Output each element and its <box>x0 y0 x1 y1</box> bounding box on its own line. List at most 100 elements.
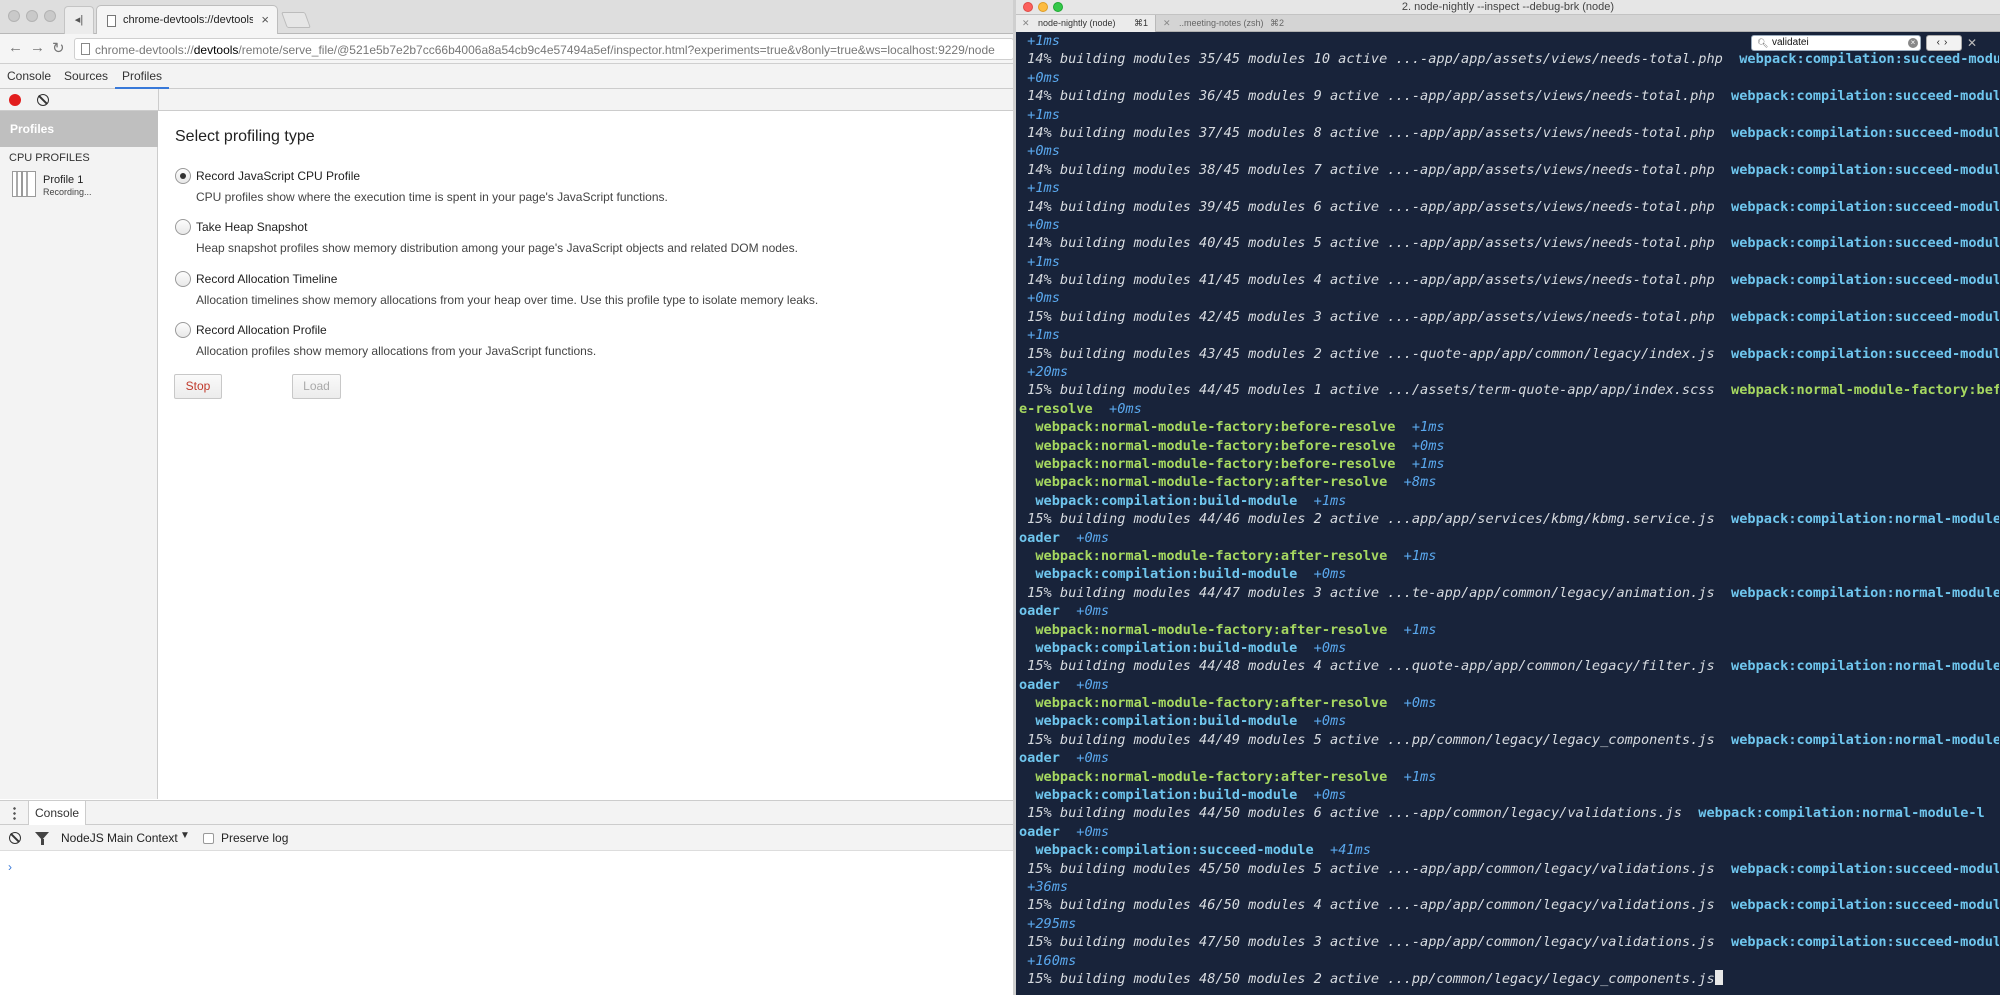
context-selector[interactable]: NodeJS Main Context <box>61 831 178 845</box>
devtools-panel-tabs: Console Sources Profiles <box>0 64 1016 89</box>
clear-search-icon[interactable]: × <box>1908 38 1918 48</box>
terminal-line: oader +0ms <box>1019 529 1999 547</box>
terminal-line: +295ms <box>1019 915 1999 933</box>
close-icon[interactable]: ✕ <box>1163 15 1171 32</box>
terminal-text-segment: +0ms <box>1387 695 1437 712</box>
preserve-log-checkbox[interactable] <box>203 833 214 844</box>
terminal-text-segment: +0ms <box>1019 143 1060 160</box>
load-button[interactable]: Load <box>292 374 341 399</box>
terminal-line: webpack:compilation:build-module +0ms <box>1019 712 1999 730</box>
close-find-icon[interactable]: ✕ <box>1967 36 1977 50</box>
dropdown-caret-icon[interactable]: ▼ <box>180 830 190 841</box>
sidebar-item-profile-1[interactable]: Profile 1 <box>43 174 83 186</box>
terminal-text-segment: webpack:compilation:succeed-module <box>1731 235 1999 252</box>
record-icon[interactable] <box>9 94 21 106</box>
new-tab-button[interactable] <box>281 12 311 28</box>
clear-all-profiles-icon[interactable] <box>37 94 49 106</box>
terminal-text-segment: 14% building modules 40/45 modules 5 act… <box>1019 235 1732 252</box>
terminal-line: webpack:normal-module-factory:after-reso… <box>1019 473 1999 491</box>
terminal-tab-name: ..meeting-notes (zsh) <box>1179 18 1264 28</box>
profile-status: Recording... <box>43 187 92 197</box>
terminal-text-segment: webpack:normal-module-factory:after-reso… <box>1019 695 1388 712</box>
terminal-line: 14% building modules 37/45 modules 8 act… <box>1019 124 1999 142</box>
console-prompt[interactable]: › <box>8 860 12 874</box>
drawer-tab-strip: Console <box>0 801 1016 825</box>
url-path: /remote/serve_file/@521e5b7e2b7cc66b4006… <box>238 43 995 57</box>
search-query: validatei <box>1772 37 1809 48</box>
terminal-search-input[interactable]: 🔍︎ validatei × <box>1751 35 1921 51</box>
terminal-text-segment: 14% building modules 37/45 modules 8 act… <box>1019 124 1732 141</box>
close-tab-icon[interactable]: × <box>261 12 269 27</box>
allocation-timeline-radio[interactable] <box>175 271 191 287</box>
terminal-text-segment: +1ms <box>1387 547 1437 564</box>
option-label[interactable]: Take Heap Snapshot <box>196 220 307 234</box>
audio-tab-icon[interactable]: ◂| <box>64 6 94 34</box>
tab-profiles[interactable]: Profiles <box>115 64 170 89</box>
terminal-line: 14% building modules 35/45 modules 10 ac… <box>1019 50 1999 68</box>
search-prev-next-buttons[interactable]: ‹› <box>1926 35 1962 51</box>
preserve-log-label[interactable]: Preserve log <box>221 831 288 845</box>
cpu-profile-radio[interactable] <box>175 168 191 184</box>
terminal-text-segment: webpack:compilation:build-module <box>1019 713 1298 730</box>
terminal-line: +0ms <box>1019 216 1999 234</box>
terminal-line: 15% building modules 44/45 modules 1 act… <box>1019 381 1999 399</box>
option-label[interactable]: Record Allocation Timeline <box>196 272 337 286</box>
browser-tab-title: chrome-devtools://devtools/re <box>123 14 253 26</box>
terminal-text-segment: 15% building modules 44/45 modules 1 act… <box>1019 382 1732 399</box>
terminal-text-segment: 15% building modules 44/46 modules 2 act… <box>1019 511 1732 528</box>
option-label[interactable]: Record Allocation Profile <box>196 323 327 337</box>
terminal-text-segment: oader <box>1019 823 1060 840</box>
clear-console-icon[interactable] <box>9 832 21 844</box>
close-window-button[interactable] <box>8 10 20 22</box>
terminal-text-segment: webpack:compilation:normal-module-l <box>1731 731 1999 748</box>
option-label[interactable]: Record JavaScript CPU Profile <box>196 169 360 183</box>
filter-icon[interactable] <box>35 832 49 845</box>
terminal-text-segment: +0ms <box>1297 713 1347 730</box>
allocation-profile-radio[interactable] <box>175 322 191 338</box>
sidebar-header-profiles[interactable]: Profiles <box>0 111 158 147</box>
terminal-text-segment: webpack:normal-module-factory:after-reso… <box>1019 547 1388 564</box>
terminal-tab-2[interactable]: ✕ ..meeting-notes (zsh) ⌘2 <box>1157 15 1297 32</box>
terminal-text-segment: +8ms <box>1387 474 1437 491</box>
tab-sources[interactable]: Sources <box>57 64 115 89</box>
terminal-text-segment: +1ms <box>1395 419 1445 436</box>
terminal-text-segment: 14% building modules 41/45 modules 4 act… <box>1019 272 1732 289</box>
minimize-window-button[interactable] <box>26 10 38 22</box>
terminal-text-segment: oader <box>1019 603 1060 620</box>
terminal-text-segment: webpack:compilation:succeed-module <box>1731 860 1999 877</box>
terminal-text-segment: 14% building modules 39/45 modules 6 act… <box>1019 198 1732 215</box>
terminal-text-segment: webpack:normal-module-factory:before-res… <box>1019 437 1396 454</box>
tab-console-drawer[interactable]: Console <box>28 801 87 825</box>
tab-console[interactable]: Console <box>0 64 58 89</box>
terminal-text-segment: webpack:compilation:normal-module-l <box>1731 658 1999 675</box>
terminal-text-segment: webpack:normal-module-factory:before-res… <box>1019 455 1396 472</box>
terminal-line: 14% building modules 40/45 modules 5 act… <box>1019 234 1999 252</box>
forward-icon[interactable]: → <box>30 39 45 56</box>
terminal-text-segment: webpack:compilation:succeed-module <box>1731 897 1999 914</box>
option-description: Allocation profiles show memory allocati… <box>196 344 597 358</box>
terminal-text-segment: webpack:compilation:build-module <box>1019 566 1298 583</box>
terminal-line: +1ms <box>1019 106 1999 124</box>
back-icon[interactable]: ← <box>8 39 23 56</box>
stop-button[interactable]: Stop <box>174 374 222 399</box>
terminal-text-segment: +0ms <box>1059 603 1110 620</box>
terminal-line: +0ms <box>1019 69 1999 87</box>
omnibox-input[interactable]: chrome-devtools://devtools/remote/serve_… <box>74 38 1014 60</box>
terminal-text-segment: oader <box>1019 676 1060 693</box>
terminal-text-segment: +1ms <box>1019 253 1060 270</box>
terminal-line: 15% building modules 44/49 modules 5 act… <box>1019 731 1999 749</box>
terminal-line: webpack:compilation:build-module +0ms <box>1019 786 1999 804</box>
terminal-text-segment: +0ms <box>1019 216 1060 233</box>
browser-tab-devtools[interactable]: chrome-devtools://devtools/re × <box>96 5 278 35</box>
more-tools-icon[interactable] <box>13 806 16 820</box>
reload-icon[interactable]: ↻ <box>52 39 65 57</box>
terminal-text-segment: +0ms <box>1059 676 1110 693</box>
terminal-text-segment: 14% building modules 35/45 modules 10 ac… <box>1019 51 1740 68</box>
heap-snapshot-radio[interactable] <box>175 219 191 235</box>
terminal-tab-1[interactable]: ✕ node-nightly (node) ⌘1 <box>1016 15 1156 32</box>
terminal-output[interactable]: +1ms 14% building modules 35/45 modules … <box>1019 32 1999 988</box>
terminal-text-segment: +160ms <box>1019 952 1077 969</box>
zoom-window-button[interactable] <box>44 10 56 22</box>
close-icon[interactable]: ✕ <box>1022 15 1030 32</box>
terminal-line: webpack:compilation:build-module +1ms <box>1019 492 1999 510</box>
